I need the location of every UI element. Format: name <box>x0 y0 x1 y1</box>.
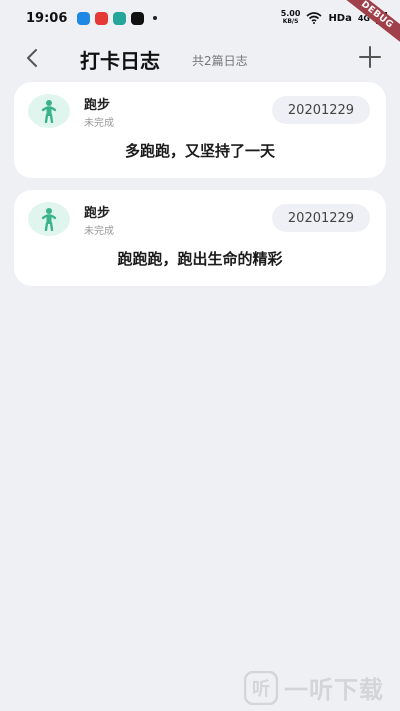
habit-status: 未完成 <box>84 226 114 237</box>
more-notifications-dot <box>153 16 158 20</box>
net-speed-value: 5.00 <box>280 9 301 18</box>
watermark: 听 一听下载 <box>244 670 384 705</box>
app-header: 打卡日志 共2篇日志 <box>0 36 400 80</box>
runner-icon <box>41 208 57 231</box>
page-title: 打卡日志 <box>80 49 160 73</box>
watermark-text: 一听下载 <box>284 676 384 704</box>
status-app-icons <box>77 11 158 25</box>
log-content: 多跑跑，又坚持了一天 <box>124 142 275 160</box>
net-speed: 5.00 KB/S <box>281 10 301 26</box>
chevron-left-icon <box>27 49 37 67</box>
log-card[interactable]: 跑步 未完成 20201229 多跑跑，又坚持了一天 <box>14 82 386 178</box>
app-notification-icon <box>95 11 109 25</box>
wifi-icon <box>306 12 322 24</box>
habit-status: 未完成 <box>84 118 114 129</box>
screen: 19:06 5.00 KB/S HDa 4G DEBUG 打卡日志 共2篇日志 … <box>0 0 400 711</box>
app-notification-icon <box>113 11 127 25</box>
status-time: 19:06 <box>26 10 68 26</box>
log-count: 共2篇日志 <box>192 54 248 68</box>
plus-icon <box>359 46 381 68</box>
status-bar: 19:06 5.00 KB/S HDa 4G DEBUG <box>0 0 400 49</box>
habit-avatar <box>28 94 70 128</box>
app-notification-icon <box>131 11 145 25</box>
log-card[interactable]: 跑步 未完成 20201229 跑跑跑，跑出生命的精彩 <box>14 190 386 286</box>
app-notification-icon <box>77 11 91 25</box>
add-log-button[interactable] <box>356 42 384 72</box>
watermark-logo-icon: 听 <box>244 670 278 705</box>
log-date-chip: 20201229 <box>272 96 370 124</box>
log-date-chip: 20201229 <box>272 204 370 232</box>
log-list: 跑步 未完成 20201229 多跑跑，又坚持了一天 跑步 未完成 202012… <box>14 82 386 298</box>
hd-label: HDa <box>328 12 352 24</box>
habit-name: 跑步 <box>84 98 111 113</box>
svg-text:听: 听 <box>252 678 270 700</box>
habit-avatar <box>28 202 70 236</box>
log-content: 跑跑跑，跑出生命的精彩 <box>117 250 283 268</box>
net-speed-unit: KB/S <box>282 18 299 25</box>
habit-name: 跑步 <box>84 206 111 221</box>
back-button[interactable] <box>20 44 44 72</box>
runner-icon <box>41 100 57 123</box>
